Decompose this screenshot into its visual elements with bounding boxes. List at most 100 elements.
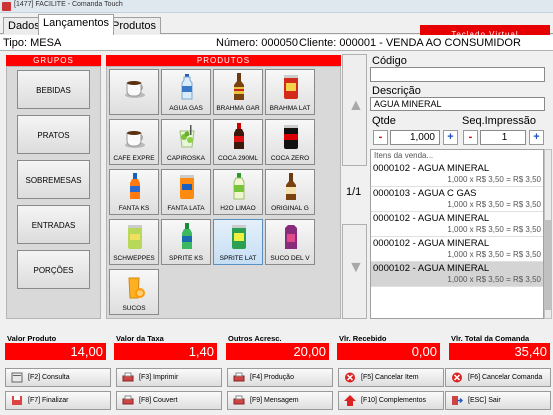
valor-produto-value: 14,00 (5, 343, 106, 360)
juice-box-icon (285, 225, 297, 249)
product-sprite-lat[interactable]: SPRITE LAT (213, 219, 263, 265)
tab-bar: Dados Lançamentos Produtos Teclado Virtu… (0, 14, 553, 45)
product-brahma-gar[interactable]: BRAHMA GAR (213, 69, 263, 115)
water-bottle-icon (181, 74, 193, 100)
group-pratos[interactable]: PRATOS (17, 115, 90, 154)
mensagem-button[interactable]: [F9] Mensagem (227, 391, 333, 410)
product-sucos[interactable]: SUCOS (109, 269, 159, 315)
scrollbar-thumb[interactable] (545, 220, 551, 310)
save-icon (12, 396, 22, 405)
tab-produtos[interactable]: Produtos (107, 17, 162, 34)
product-label: SCHWEPPES (113, 255, 155, 262)
seq-minus-button[interactable]: - (463, 130, 478, 145)
vlr-recebido-label: Vlr. Recebido (339, 334, 387, 343)
finalizar-label: [F7] Finalizar (28, 397, 69, 404)
sale-items-list[interactable]: Itens da venda... 0000102 - AGUA MINERAL… (370, 149, 544, 319)
sprite-can-icon (232, 225, 246, 249)
cancel-icon (452, 372, 462, 383)
item-name: 0000102 - AGUA MINERAL (373, 163, 490, 174)
product-sprite-ks[interactable]: SPRITE KS (161, 219, 211, 265)
product-h2o-limao[interactable]: H2O LIMAO (213, 169, 263, 215)
product-schweppes[interactable]: SCHWEPPES (109, 219, 159, 265)
valor-produto-label: Valor Produto (7, 334, 57, 343)
product-original-g[interactable]: ORIGINAL G (265, 169, 315, 215)
vlr-recebido-value: 0,00 (337, 343, 440, 360)
cancelar-comanda-button[interactable]: [F6] Cancelar Comanda (445, 368, 551, 387)
qtde-input[interactable]: 1,000 (390, 130, 440, 145)
title-bar: [1477] FACILITE - Comanda Touch (0, 0, 553, 13)
product-coca-zero[interactable]: COCA ZERO (265, 119, 315, 165)
product-label: CAFE EXPRE (113, 155, 155, 162)
soda-bottle-icon (234, 123, 244, 149)
products-panel: AGUA GÁS BRAHMA GAR BRAHMA LAT CAFE EXPR… (106, 66, 341, 319)
items-scrollbar[interactable] (544, 149, 552, 319)
consulta-button[interactable]: [F2] Consulta (5, 368, 111, 387)
group-sobremesas[interactable]: SOBREMESAS (17, 160, 90, 199)
numero-label: Número: 000050 (216, 37, 298, 49)
sair-button[interactable]: [ESC] Sair (445, 391, 551, 410)
tipo-label: Tipo: MESA (3, 37, 62, 49)
producao-button[interactable]: [F4] Produção (227, 368, 333, 387)
group-bebidas[interactable]: BEBIDAS (17, 70, 90, 109)
sale-items-header: Itens da venda... (374, 151, 434, 160)
sale-item[interactable]: 0000103 - AGUA C GAS 1,000 x R$ 3,50 = R… (371, 187, 543, 212)
product-suco-del-v[interactable]: SUCO DEL V (265, 219, 315, 265)
qtde-plus-button[interactable]: + (443, 130, 458, 145)
groups-panel: BEBIDAS PRATOS SOBREMESAS ENTRADAS PORÇÕ… (6, 66, 101, 319)
valor-taxa-value: 1,40 (114, 343, 217, 360)
codigo-input[interactable] (370, 67, 545, 82)
tab-lancamentos[interactable]: Lançamentos (38, 14, 115, 35)
qtde-minus-button[interactable]: - (373, 130, 388, 145)
product-agua-gas[interactable]: AGUA GÁS (161, 69, 211, 115)
product-label: AGUA GÁS (169, 105, 203, 112)
scroll-down-button[interactable]: ▼ (342, 224, 367, 319)
group-porcoes[interactable]: PORÇÕES (17, 250, 90, 289)
product-cafe-expre[interactable]: CAFE EXPRE (109, 119, 159, 165)
product-coca-290ml[interactable]: COCA 290ML (213, 119, 263, 165)
product-label: SPRITE LAT (219, 255, 257, 262)
sprite-bottle-icon (182, 223, 192, 249)
seq-input[interactable]: 1 (480, 130, 526, 145)
finalizar-button[interactable]: [F7] Finalizar (5, 391, 111, 410)
product-label: H2O LIMAO (220, 205, 256, 212)
sale-item[interactable]: 0000102 - AGUA MINERAL 1,000 x R$ 3,50 =… (371, 212, 543, 237)
product-capiroska[interactable]: CAPIROSKA (161, 119, 211, 165)
item-name: 0000102 - AGUA MINERAL (373, 238, 490, 249)
codigo-label: Código (372, 55, 407, 67)
item-price: 1,000 x R$ 3,50 = R$ 3,50 (447, 250, 541, 259)
seq-impressao-label: Seq.Impressão (462, 115, 536, 127)
cancelar-item-button[interactable]: [F5] Cancelar Item (338, 368, 444, 387)
product-coffee[interactable] (109, 69, 159, 115)
seq-plus-button[interactable]: + (529, 130, 544, 145)
descricao-field: AGUA MINERAL (370, 97, 545, 111)
sale-item[interactable]: 0000102 - AGUA MINERAL 1,000 x R$ 3,50 =… (371, 162, 543, 187)
product-fanta-lata[interactable]: FANTA LATA (161, 169, 211, 215)
complementos-label: [F10] Complementos (361, 397, 426, 404)
coffee-cup-icon (125, 131, 145, 148)
consulta-label: [F2] Consulta (28, 374, 70, 381)
sale-item-selected[interactable]: 0000102 - AGUA MINERAL 1,000 x R$ 3,50 =… (371, 262, 543, 287)
imprimir-button[interactable]: [F3] Imprimir (116, 368, 222, 387)
outros-acresc-label: Outros Acresc. (228, 334, 282, 343)
info-bar: Tipo: MESA Número: 000050 Cliente: 00000… (0, 35, 553, 51)
beer-bottle-icon (234, 73, 244, 100)
beer-bottle-icon (286, 173, 296, 200)
arrow-up-icon (344, 395, 356, 406)
group-entradas[interactable]: ENTRADAS (17, 205, 90, 244)
producao-label: [F4] Produção (250, 374, 294, 381)
item-price: 1,000 x R$ 3,50 = R$ 3,50 (447, 275, 541, 284)
product-label: BRAHMA LAT (269, 105, 311, 112)
couvert-button[interactable]: [F8] Couvert (116, 391, 222, 410)
scroll-up-button[interactable]: ▲ (342, 54, 367, 166)
product-label: BRAHMA GAR (216, 105, 260, 112)
complementos-button[interactable]: [F10] Complementos (338, 391, 444, 410)
sale-item[interactable]: 0000102 - AGUA MINERAL 1,000 x R$ 3,50 =… (371, 237, 543, 262)
products-header: PRODUTOS (106, 55, 341, 66)
groups-header: GRUPOS (6, 55, 101, 66)
product-fanta-ks[interactable]: FANTA KS (109, 169, 159, 215)
product-brahma-lat[interactable]: BRAHMA LAT (265, 69, 315, 115)
valor-taxa-label: Valor da Taxa (116, 334, 164, 343)
outros-acresc-value: 20,00 (226, 343, 329, 360)
product-label: FANTA LATA (167, 205, 205, 212)
coffee-cup-icon (125, 81, 145, 98)
